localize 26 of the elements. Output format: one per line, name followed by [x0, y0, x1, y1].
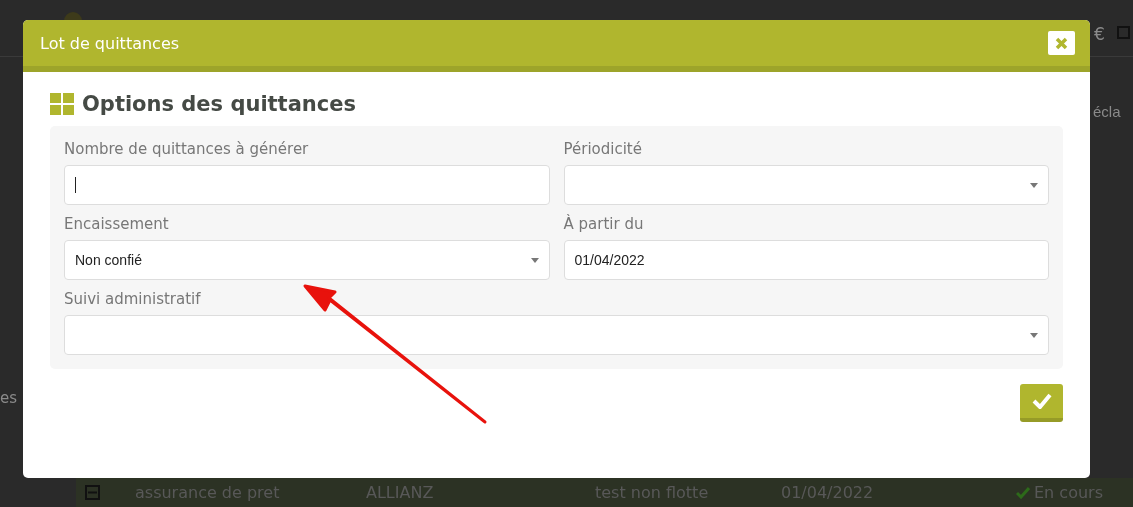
- side-label: es: [0, 389, 18, 407]
- field-label: Nombre de quittances à générer: [64, 140, 310, 158]
- caret-icon: [1030, 182, 1038, 188]
- select-field[interactable]: [64, 315, 1049, 355]
- confirm-button[interactable]: [1020, 384, 1063, 422]
- input-field[interactable]: [64, 165, 550, 205]
- currency-label: €: [1094, 24, 1105, 44]
- collapse-icon[interactable]: [85, 485, 100, 500]
- select-field[interactable]: [563, 165, 1049, 205]
- field-label: Suivi administratif: [64, 290, 202, 308]
- input-field[interactable]: 01/04/2022: [563, 240, 1049, 280]
- close-button[interactable]: [1048, 31, 1075, 55]
- field-label: Encaissement: [64, 215, 170, 233]
- field-label: À partir du: [563, 215, 645, 233]
- dialog-title: Lot de quittances: [40, 33, 180, 53]
- field-label: Périodicité: [563, 140, 643, 158]
- check-icon: [1031, 393, 1052, 409]
- section-title: Options des quittances: [82, 92, 356, 116]
- close-icon: [1055, 36, 1068, 50]
- select-field[interactable]: Non confié: [64, 240, 550, 280]
- grid-icon: [50, 93, 74, 115]
- check-icon: [1016, 486, 1030, 499]
- tab-label[interactable]: écla: [1093, 103, 1121, 120]
- caret-icon: [1030, 332, 1038, 338]
- dropdown-icon[interactable]: [1117, 26, 1130, 39]
- caret-icon: [530, 257, 539, 263]
